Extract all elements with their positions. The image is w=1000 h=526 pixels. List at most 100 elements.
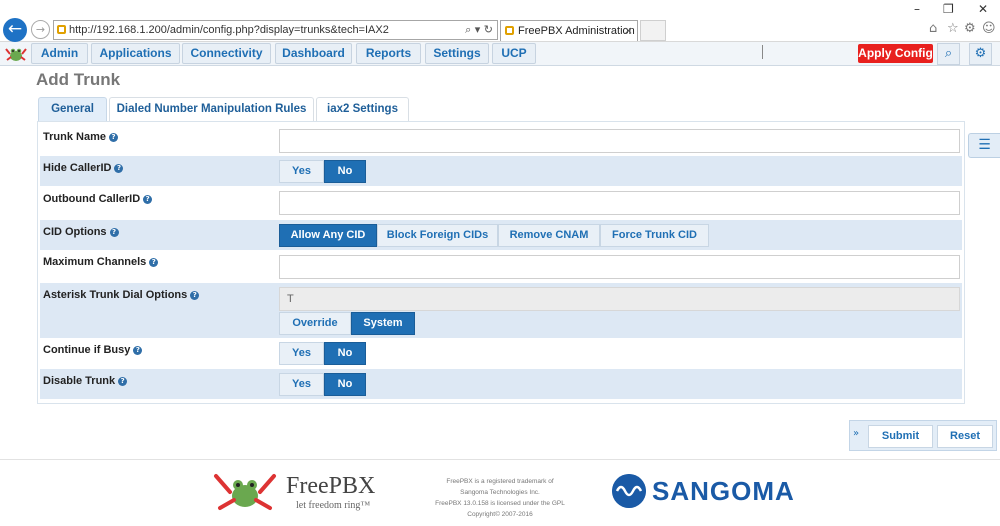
cid-remove-cnam[interactable]: Remove CNAM bbox=[498, 224, 600, 247]
tab-general[interactable]: General bbox=[38, 97, 107, 123]
browser-tab[interactable]: FreePBX Administration × bbox=[500, 20, 638, 41]
continue-busy-no[interactable]: No bbox=[324, 342, 366, 365]
footer: FreePBX let freedom ring™ FreePBX is a r… bbox=[0, 459, 1000, 526]
address-bar[interactable]: http://192.168.1.200/admin/config.php?di… bbox=[53, 20, 498, 40]
sangoma-wordmark: SANGOMA bbox=[652, 476, 795, 506]
cid-force-trunk[interactable]: Force Trunk CID bbox=[600, 224, 709, 247]
trunk-name-row: Trunk Name? bbox=[40, 124, 962, 156]
continue-busy-label: Continue if Busy? bbox=[43, 344, 143, 356]
freepbx-frog-icon[interactable] bbox=[4, 45, 28, 63]
back-arrow-icon[interactable]: ← bbox=[3, 18, 27, 42]
dial-options-toggle: Override System bbox=[279, 312, 415, 335]
outbound-callerid-row: Outbound CallerID? bbox=[40, 186, 962, 220]
help-icon[interactable]: ? bbox=[108, 132, 118, 142]
gear-icon[interactable]: ⚙ bbox=[969, 43, 992, 65]
hide-callerid-yes[interactable]: Yes bbox=[279, 160, 324, 183]
legal-line: Sangoma Technologies Inc. bbox=[460, 489, 540, 496]
browser-chrome: ← → http://192.168.1.200/admin/config.ph… bbox=[0, 0, 1000, 42]
help-icon[interactable]: ? bbox=[149, 257, 159, 267]
legal-notice: FreePBX is a registered trademark of San… bbox=[418, 476, 582, 520]
nav-applications[interactable]: Applications bbox=[91, 43, 180, 64]
top-nav-bar: Admin Applications Connectivity Dashboar… bbox=[0, 42, 1000, 66]
double-chevron-icon[interactable]: » bbox=[853, 428, 859, 439]
list-menu-icon[interactable]: ☰ bbox=[968, 133, 1000, 158]
cid-options-label-text: CID Options bbox=[43, 226, 107, 238]
freepbx-frog-logo bbox=[214, 474, 276, 510]
forward-arrow-icon[interactable]: → bbox=[31, 20, 50, 39]
hide-callerid-label: Hide CallerID? bbox=[43, 162, 124, 174]
search-refresh-icon[interactable]: ⌕ ▾ ↻ bbox=[465, 21, 493, 39]
nav-admin[interactable]: Admin bbox=[31, 43, 88, 64]
cid-options-row: CID Options? Allow Any CID Block Foreign… bbox=[40, 220, 962, 250]
hide-callerid-no[interactable]: No bbox=[324, 160, 366, 183]
maximize-icon[interactable]: ❐ bbox=[943, 2, 954, 16]
dial-options-override[interactable]: Override bbox=[279, 312, 351, 335]
action-bar: » Submit Reset bbox=[849, 420, 997, 451]
nav-reports[interactable]: Reports bbox=[356, 43, 421, 64]
nav-divider bbox=[762, 45, 763, 59]
continue-busy-toggle: Yes No bbox=[279, 342, 366, 365]
disable-trunk-label-text: Disable Trunk bbox=[43, 375, 116, 387]
outbound-callerid-label-text: Outbound CallerID bbox=[43, 193, 141, 205]
home-icon[interactable]: ⌂ bbox=[929, 21, 937, 36]
max-channels-label-text: Maximum Channels bbox=[43, 256, 147, 268]
legal-line: FreePBX 13.0.158 is licensed under the G… bbox=[435, 500, 565, 507]
cid-block-foreign[interactable]: Block Foreign CIDs bbox=[377, 224, 498, 247]
hide-callerid-label-text: Hide CallerID bbox=[43, 162, 112, 174]
cid-allow-any[interactable]: Allow Any CID bbox=[279, 224, 377, 247]
nav-settings[interactable]: Settings bbox=[425, 43, 489, 64]
help-icon[interactable]: ? bbox=[118, 376, 128, 386]
cid-options-group: Allow Any CID Block Foreign CIDs Remove … bbox=[279, 224, 709, 247]
sangoma-logo-icon bbox=[612, 474, 646, 508]
outbound-callerid-input[interactable] bbox=[279, 191, 960, 215]
dial-options-label-text: Asterisk Trunk Dial Options bbox=[43, 289, 188, 301]
continue-busy-yes[interactable]: Yes bbox=[279, 342, 324, 365]
settings-gear-icon[interactable]: ⚙ bbox=[964, 21, 976, 36]
dial-options-row: Asterisk Trunk Dial Options? T Override … bbox=[40, 283, 962, 338]
max-channels-input[interactable] bbox=[279, 255, 960, 279]
help-icon[interactable]: ? bbox=[109, 227, 119, 237]
dial-options-system[interactable]: System bbox=[351, 312, 415, 335]
apply-config-button[interactable]: Apply Config bbox=[858, 44, 933, 63]
hide-callerid-row: Hide CallerID? Yes No bbox=[40, 156, 962, 186]
continue-busy-row: Continue if Busy? Yes No bbox=[40, 338, 962, 368]
trunk-name-label: Trunk Name? bbox=[43, 131, 118, 143]
dial-options-label: Asterisk Trunk Dial Options? bbox=[43, 289, 200, 301]
tab-iax2-settings[interactable]: iax2 Settings bbox=[316, 97, 409, 122]
site-icon bbox=[57, 25, 66, 34]
feedback-smile-icon[interactable]: ☺ bbox=[982, 21, 996, 36]
help-icon[interactable]: ? bbox=[114, 163, 124, 173]
favorites-star-icon[interactable]: ☆ bbox=[947, 21, 959, 36]
page-title: Add Trunk bbox=[36, 70, 121, 89]
search-icon[interactable]: ⌕ bbox=[937, 43, 960, 65]
help-icon[interactable]: ? bbox=[133, 345, 143, 355]
disable-trunk-label: Disable Trunk? bbox=[43, 375, 128, 387]
trunk-name-label-text: Trunk Name bbox=[43, 131, 106, 143]
freepbx-tagline: let freedom ring™ bbox=[296, 500, 371, 511]
legal-line: FreePBX is a registered trademark of bbox=[446, 478, 554, 485]
disable-trunk-no[interactable]: No bbox=[324, 373, 366, 396]
new-tab-button[interactable] bbox=[640, 20, 666, 41]
trunk-name-input[interactable] bbox=[279, 129, 960, 153]
disable-trunk-yes[interactable]: Yes bbox=[279, 373, 324, 396]
close-window-icon[interactable]: ✕ bbox=[978, 2, 988, 16]
minimize-icon[interactable]: – bbox=[914, 2, 920, 16]
hide-callerid-toggle: Yes No bbox=[279, 160, 366, 183]
help-icon[interactable]: ? bbox=[190, 290, 200, 300]
max-channels-label: Maximum Channels? bbox=[43, 256, 159, 268]
nav-ucp[interactable]: UCP bbox=[492, 43, 536, 64]
tab-title: FreePBX Administration bbox=[518, 25, 635, 37]
help-icon[interactable]: ? bbox=[143, 194, 153, 204]
nav-dashboard[interactable]: Dashboard bbox=[275, 43, 352, 64]
tab-dialed-number-manipulation-rules[interactable]: Dialed Number Manipulation Rules bbox=[109, 97, 314, 122]
cid-options-label: CID Options? bbox=[43, 226, 119, 238]
nav-connectivity[interactable]: Connectivity bbox=[182, 43, 271, 64]
legal-line: Copyright© 2007-2016 bbox=[467, 511, 533, 518]
disable-trunk-row: Disable Trunk? Yes No bbox=[40, 369, 962, 399]
continue-busy-label-text: Continue if Busy bbox=[43, 344, 131, 356]
tab-close-icon[interactable]: × bbox=[624, 21, 633, 41]
reset-button[interactable]: Reset bbox=[937, 425, 993, 448]
outbound-callerid-label: Outbound CallerID? bbox=[43, 193, 153, 205]
submit-button[interactable]: Submit bbox=[868, 425, 933, 448]
dial-options-input[interactable]: T bbox=[279, 287, 960, 311]
